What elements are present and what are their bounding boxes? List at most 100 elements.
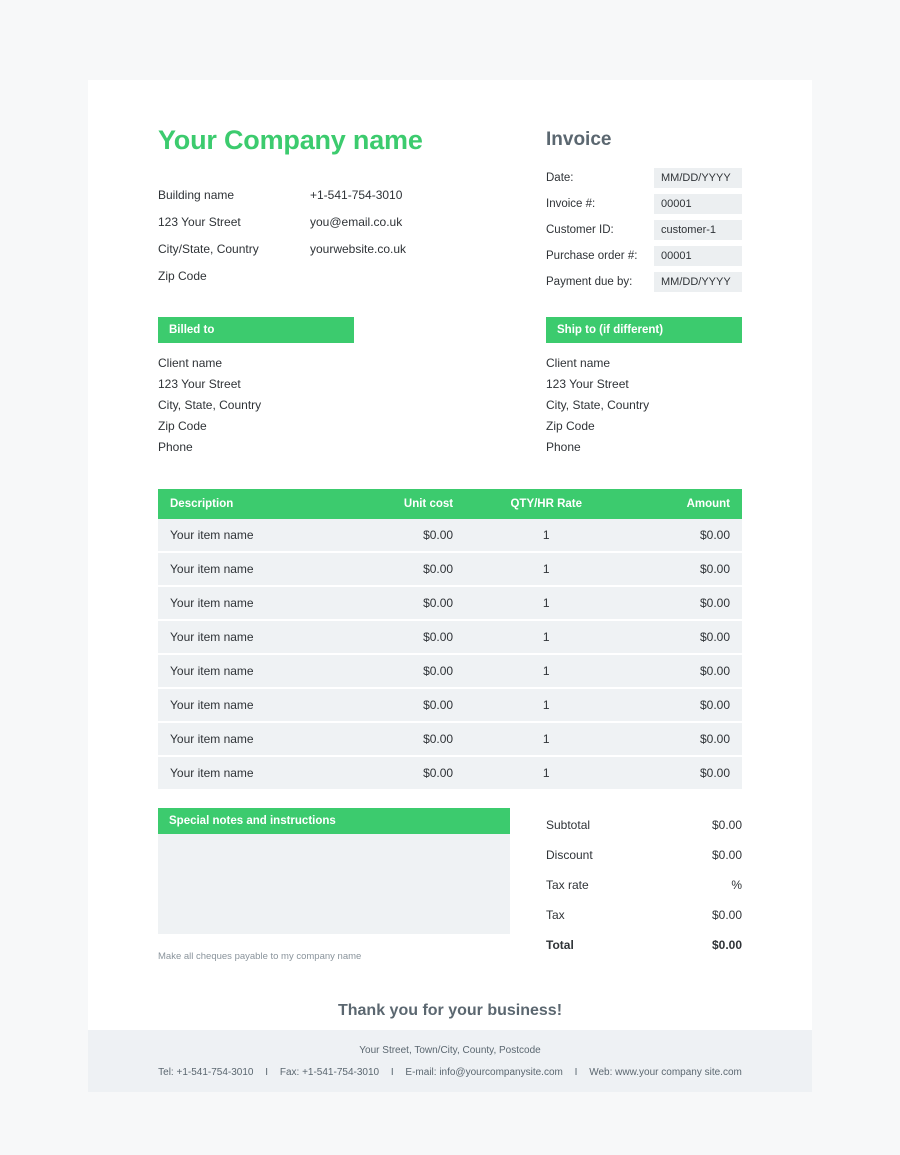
item-amount: $0.00 [627, 756, 742, 791]
totals-row-discount: Discount $0.00 [546, 848, 742, 862]
company-address-line: Building name [158, 187, 235, 202]
table-row[interactable]: Your item name $0.00 1 $0.00 [158, 688, 742, 723]
item-description[interactable]: Your item name [158, 620, 341, 655]
totals-label: Tax rate [546, 878, 589, 892]
item-amount: $0.00 [627, 654, 742, 689]
invoice-field-number: Invoice #: 00001 [546, 194, 742, 214]
item-amount: $0.00 [627, 688, 742, 723]
totals-value: $0.00 [711, 818, 742, 832]
item-unit-cost[interactable]: $0.00 [340, 654, 466, 689]
footer-fax: Fax: +1-541-754-3010 [279, 1067, 380, 1078]
table-row[interactable]: Your item name $0.00 1 $0.00 [158, 620, 742, 655]
invoice-field-label: Purchase order #: [546, 250, 638, 262]
item-description[interactable]: Your item name [158, 654, 341, 689]
invoice-field-payment-due: Payment due by: MM/DD/YYYY [546, 272, 742, 292]
item-qty[interactable]: 1 [465, 756, 628, 791]
billed-to-line: Phone [158, 440, 193, 454]
footer-address: Your Street, Town/City, County, Postcode [359, 1045, 541, 1056]
item-unit-cost[interactable]: $0.00 [340, 756, 466, 791]
footer-contact-line: Tel: +1-541-754-3010 I Fax: +1-541-754-3… [88, 1056, 812, 1078]
company-contact-row: Building name +1-541-754-3010 [158, 188, 488, 202]
footer-separator: I [574, 1067, 578, 1078]
item-description[interactable]: Your item name [158, 688, 341, 723]
invoice-page: Your Company name Building name +1-541-7… [88, 80, 812, 1080]
date-input[interactable]: MM/DD/YYYY [654, 168, 742, 188]
billed-to-block: Billed to Client name 123 Your Street Ci… [158, 317, 354, 461]
item-description[interactable]: Your item name [158, 756, 341, 791]
footer-separator: I [390, 1067, 394, 1078]
totals-row-tax: Tax $0.00 [546, 908, 742, 922]
item-unit-cost[interactable]: $0.00 [340, 586, 466, 621]
ship-to-line: 123 Your Street [546, 377, 629, 391]
company-contact-row: City/State, Country yourwebsite.co.uk [158, 242, 488, 256]
invoice-field-label: Payment due by: [546, 276, 633, 288]
item-qty[interactable]: 1 [465, 688, 628, 723]
totals-value: $0.00 [711, 908, 742, 922]
column-header-description: Description [158, 489, 341, 519]
invoice-number-input[interactable]: 00001 [654, 194, 742, 214]
totals-value: $0.00 [711, 938, 742, 952]
table-row[interactable]: Your item name $0.00 1 $0.00 [158, 756, 742, 791]
item-description[interactable]: Your item name [158, 722, 341, 757]
special-notes-input[interactable] [158, 834, 510, 934]
item-qty[interactable]: 1 [465, 552, 628, 587]
table-row[interactable]: Your item name $0.00 1 $0.00 [158, 519, 742, 553]
footer-tel: Tel: +1-541-754-3010 [158, 1067, 254, 1078]
totals-row-total: Total $0.00 [546, 938, 742, 952]
special-notes-header: Special notes and instructions [158, 808, 510, 834]
company-address-line: 123 Your Street [158, 214, 241, 229]
billed-to-header: Billed to [158, 317, 354, 343]
totals-label: Discount [546, 848, 593, 862]
billed-to-line: Client name [158, 356, 223, 370]
item-amount: $0.00 [627, 519, 742, 553]
totals-label: Subtotal [546, 818, 591, 832]
company-contact-row: Zip Code [158, 269, 488, 283]
thank-you-title: Thank you for your business! [337, 1002, 563, 1019]
item-description[interactable]: Your item name [158, 552, 341, 587]
item-amount: $0.00 [627, 722, 742, 757]
page-footer: Your Street, Town/City, County, Postcode… [88, 1030, 812, 1092]
item-description[interactable]: Your item name [158, 519, 341, 553]
invoice-field-purchase-order: Purchase order #: 00001 [546, 246, 742, 266]
billed-to-line: 123 Your Street [158, 377, 241, 391]
ship-to-line: Client name [546, 356, 611, 370]
company-name: Your Company name [158, 125, 423, 155]
invoice-field-date: Date: MM/DD/YYYY [546, 168, 742, 188]
line-items-head: Description Unit cost QTY/HR Rate Amount [158, 489, 742, 519]
customer-id-input[interactable]: customer-1 [654, 220, 742, 240]
ship-to-line: Zip Code [546, 419, 595, 433]
billed-to-lines: Client name 123 Your Street City, State,… [158, 356, 354, 454]
table-row[interactable]: Your item name $0.00 1 $0.00 [158, 552, 742, 587]
invoice-field-label: Customer ID: [546, 224, 614, 236]
item-unit-cost[interactable]: $0.00 [340, 552, 466, 587]
company-contact-row: 123 Your Street you@email.co.uk [158, 215, 488, 229]
table-row[interactable]: Your item name $0.00 1 $0.00 [158, 586, 742, 621]
item-unit-cost[interactable]: $0.00 [340, 620, 466, 655]
item-qty[interactable]: 1 [465, 722, 628, 757]
column-header-unit-cost: Unit cost [340, 489, 466, 519]
table-row[interactable]: Your item name $0.00 1 $0.00 [158, 722, 742, 757]
totals-value[interactable]: % [731, 878, 742, 892]
billed-to-line: Zip Code [158, 419, 207, 433]
footer-web: Web: www.your company site.com [589, 1067, 742, 1078]
item-qty[interactable]: 1 [465, 654, 628, 689]
table-row[interactable]: Your item name $0.00 1 $0.00 [158, 654, 742, 689]
item-unit-cost[interactable]: $0.00 [340, 519, 466, 553]
item-unit-cost[interactable]: $0.00 [340, 688, 466, 723]
item-qty[interactable]: 1 [465, 586, 628, 621]
company-website: yourwebsite.co.uk [310, 241, 407, 256]
invoice-header: Your Company name Building name +1-541-7… [158, 125, 742, 298]
ship-to-line: City, State, Country [546, 398, 650, 412]
footer-separator: I [265, 1067, 269, 1078]
item-qty[interactable]: 1 [465, 519, 628, 553]
purchase-order-input[interactable]: 00001 [654, 246, 742, 266]
ship-to-block: Ship to (if different) Client name 123 Y… [546, 317, 742, 461]
footer-email: E-mail: info@yourcompanysite.com [405, 1067, 563, 1078]
column-header-amount: Amount [627, 489, 742, 519]
totals-value[interactable]: $0.00 [712, 848, 742, 862]
payment-due-input[interactable]: MM/DD/YYYY [654, 272, 742, 292]
item-qty[interactable]: 1 [465, 620, 628, 655]
item-description[interactable]: Your item name [158, 586, 341, 621]
notes-and-totals: Special notes and instructions Make all … [158, 808, 742, 968]
item-unit-cost[interactable]: $0.00 [340, 722, 466, 757]
